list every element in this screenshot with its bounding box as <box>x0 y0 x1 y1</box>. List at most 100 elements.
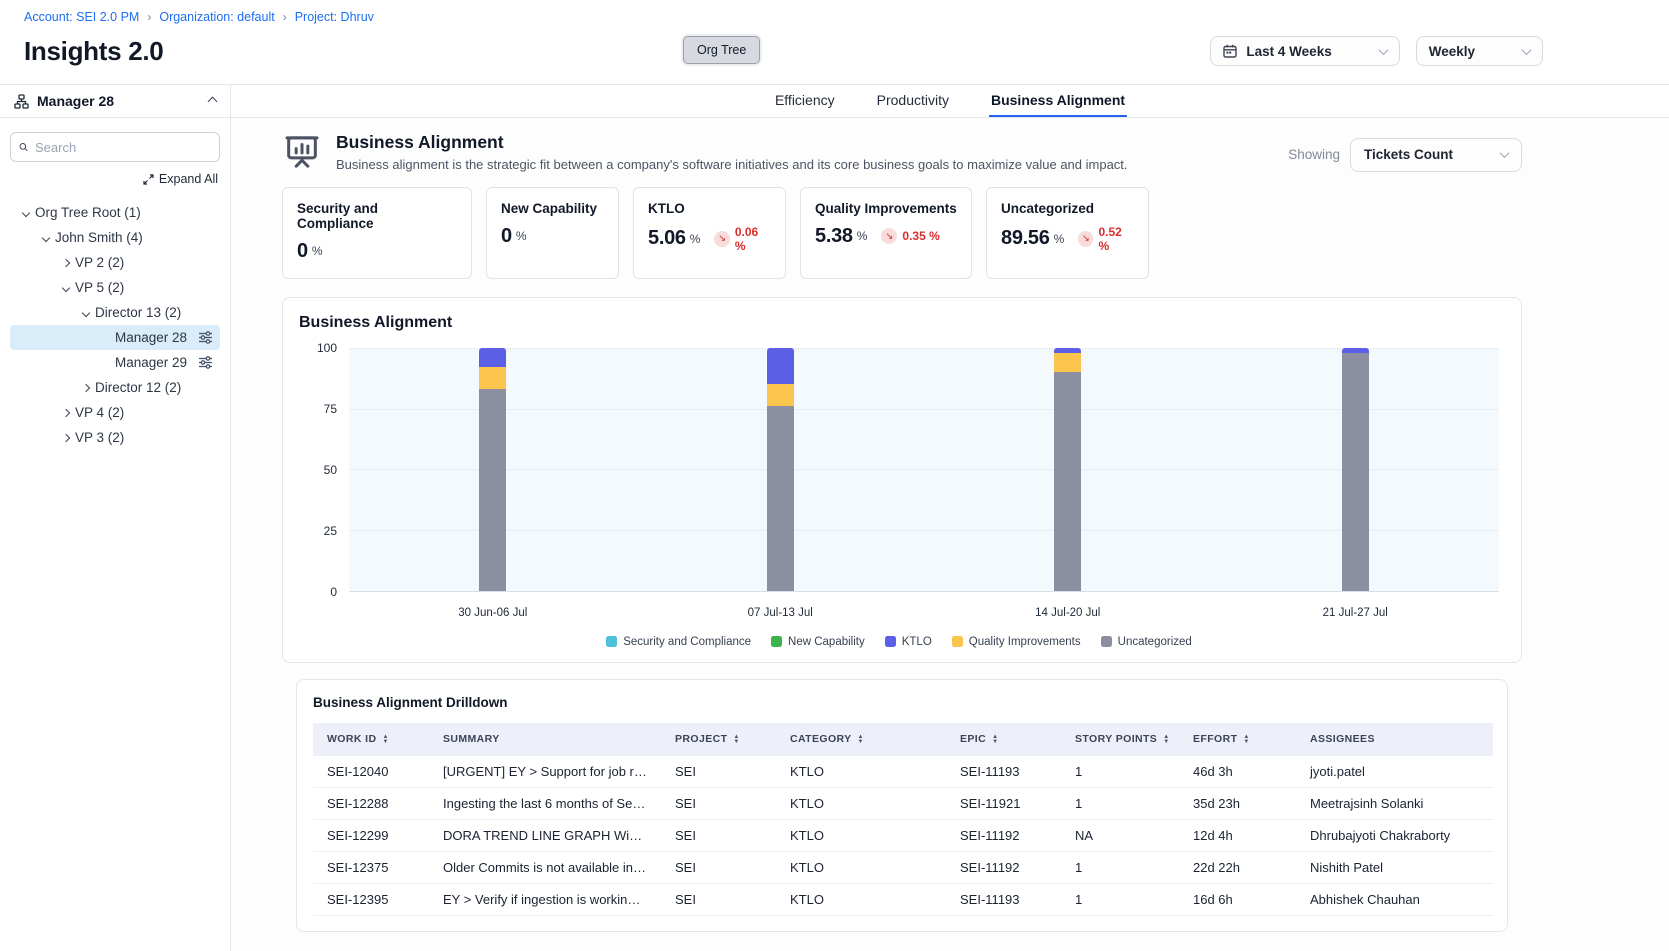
table-cell-story-points: 1 <box>1061 788 1179 820</box>
tree-item-manager-29[interactable]: Manager 29 <box>10 350 220 375</box>
sidebar-header: Manager 28 <box>0 85 230 118</box>
tree-item-org-tree-root-1[interactable]: Org Tree Root (1) <box>10 200 220 225</box>
table-cell-work-id: SEI-12395 <box>313 884 429 916</box>
chevron-down-icon[interactable] <box>56 285 75 291</box>
org-tree-sidebar: Manager 28 Expand All Org Tree Root (1) J… <box>0 85 231 951</box>
chevron-right-icon[interactable] <box>56 260 75 266</box>
tree-item-john-smith-4[interactable]: John Smith (4) <box>10 225 220 250</box>
tree-item-vp-2-2[interactable]: VP 2 (2) <box>10 250 220 275</box>
sort-icon[interactable]: ▲▼ <box>1243 735 1249 745</box>
tree-item-vp-3-2[interactable]: VP 3 (2) <box>10 425 220 450</box>
column-header-label: SUMMARY <box>443 733 500 745</box>
sort-icon[interactable]: ▲▼ <box>1163 735 1169 745</box>
date-range-value: Last 4 Weeks <box>1246 44 1331 59</box>
stacked-bar-07-jul-13-jul[interactable] <box>767 348 794 591</box>
table-cell-assignees: Meetrajsinh Solanki <box>1296 788 1493 820</box>
tab-business-alignment[interactable]: Business Alignment <box>989 85 1127 117</box>
sort-icon[interactable]: ▲▼ <box>733 735 739 745</box>
expand-all-button[interactable]: Expand All <box>10 172 220 186</box>
date-range-select[interactable]: Last 4 Weeks <box>1210 36 1399 66</box>
tree-item-label: Org Tree Root (1) <box>35 205 141 220</box>
column-header-story-points[interactable]: STORY POINTS▲▼ <box>1061 723 1179 756</box>
legend-swatch <box>1101 636 1112 647</box>
stat-card-delta-value: 0.06 % <box>735 225 771 253</box>
sort-icon[interactable]: ▲▼ <box>992 735 998 745</box>
breadcrumb-link-account[interactable]: Account: SEI 2.0 PM <box>24 10 139 24</box>
column-header-epic[interactable]: EPIC▲▼ <box>946 723 1061 756</box>
tree-item-director-12-2[interactable]: Director 12 (2) <box>10 375 220 400</box>
column-header-work-id[interactable]: WORK ID▲▼ <box>313 723 429 756</box>
sort-icon[interactable]: ▲▼ <box>858 735 864 745</box>
showing-value: Tickets Count <box>1364 147 1453 162</box>
interval-select[interactable]: Weekly <box>1416 36 1543 66</box>
main-layout: Manager 28 Expand All Org Tree Root (1) J… <box>0 84 1669 951</box>
legend-item-new-capability[interactable]: New Capability <box>771 636 865 648</box>
drilldown-title: Business Alignment Drilldown <box>313 695 1491 710</box>
filter-sliders-icon[interactable] <box>198 330 213 348</box>
chevron-down-icon[interactable] <box>36 235 55 241</box>
search-icon <box>19 140 28 154</box>
column-header-summary: SUMMARY <box>429 723 661 756</box>
table-cell-story-points: NA <box>1061 820 1179 852</box>
tree-item-vp-5-2[interactable]: VP 5 (2) <box>10 275 220 300</box>
table-cell-story-points: 1 <box>1061 852 1179 884</box>
chart-legend: Security and Compliance New Capability KTL… <box>299 636 1499 648</box>
search-box <box>10 132 220 162</box>
stat-card-title: New Capability <box>501 201 604 216</box>
chevron-down-icon[interactable] <box>76 310 95 316</box>
table-cell-effort: 22d 22h <box>1179 852 1296 884</box>
chevron-right-icon[interactable] <box>76 385 95 391</box>
search-input[interactable] <box>35 140 211 155</box>
filter-sliders-icon[interactable] <box>198 355 213 373</box>
legend-item-quality-improvements[interactable]: Quality Improvements <box>952 636 1081 648</box>
stat-card-value-row: 5.38%↘0.35 % <box>815 225 957 248</box>
column-header-project[interactable]: PROJECT▲▼ <box>661 723 776 756</box>
table-row[interactable]: SEI-12299DORA TREND LINE GRAPH Widgets i… <box>313 820 1493 852</box>
table-row[interactable]: SEI-12395EY > Verify if ingestion is wor… <box>313 884 1493 916</box>
showing-select[interactable]: Tickets Count <box>1350 138 1522 172</box>
tab-productivity[interactable]: Productivity <box>875 85 951 117</box>
y-tick-label: 0 <box>330 585 337 599</box>
stat-card-value: 89.56 <box>1001 227 1050 250</box>
stacked-bar-21-jul-27-jul[interactable] <box>1342 348 1369 591</box>
breadcrumb-link-project[interactable]: Project: Dhruv <box>295 10 374 24</box>
tree-item-vp-4-2[interactable]: VP 4 (2) <box>10 400 220 425</box>
org-tree: Org Tree Root (1) John Smith (4)VP 2 (2) V… <box>10 200 220 450</box>
legend-item-uncategorized[interactable]: Uncategorized <box>1101 636 1192 648</box>
table-row[interactable]: SEI-12288Ingesting the last 6 months of … <box>313 788 1493 820</box>
chevron-right-icon[interactable] <box>56 410 75 416</box>
legend-item-security-and-compliance[interactable]: Security and Compliance <box>606 636 751 648</box>
column-header-category[interactable]: CATEGORY▲▼ <box>776 723 946 756</box>
breadcrumb-link-organization[interactable]: Organization: default <box>159 10 274 24</box>
stat-card-title: Security and Compliance <box>297 201 457 231</box>
stat-card-value-row: 89.56%↘0.52 % <box>1001 225 1134 253</box>
column-header-effort[interactable]: EFFORT▲▼ <box>1179 723 1296 756</box>
stat-card-delta: ↘0.52 % <box>1078 225 1134 253</box>
legend-label: New Capability <box>788 636 865 648</box>
sort-icon[interactable]: ▲▼ <box>382 735 388 745</box>
chevron-right-icon[interactable] <box>56 435 75 441</box>
stat-card-value-row: 0% <box>501 225 604 248</box>
legend-item-ktlo[interactable]: KTLO <box>885 636 932 648</box>
stacked-bar-14-jul-20-jul[interactable] <box>1054 348 1081 591</box>
org-tree-button[interactable]: Org Tree <box>683 36 760 64</box>
section-titles: Business Alignment Business alignment is… <box>336 132 1128 172</box>
stacked-bar-30-jun-06-jul[interactable] <box>479 348 506 591</box>
trend-down-icon: ↘ <box>881 228 897 244</box>
column-header-assignees: ASSIGNEES <box>1296 723 1493 756</box>
tree-item-label: VP 5 (2) <box>75 280 124 295</box>
table-cell-assignees: Abhishek Chauhan <box>1296 884 1493 916</box>
x-axis-label: 07 Jul-13 Jul <box>748 607 813 619</box>
table-row[interactable]: SEI-12375Older Commits is not available … <box>313 852 1493 884</box>
chevron-down-icon[interactable] <box>16 210 35 216</box>
sidebar-body: Expand All Org Tree Root (1) John Smith (… <box>0 118 230 450</box>
expand-all-label: Expand All <box>159 172 218 186</box>
collapse-sidebar-icon[interactable] <box>208 96 218 106</box>
table-cell-summary: EY > Verify if ingestion is working as e… <box>429 884 661 916</box>
tree-item-director-13-2[interactable]: Director 13 (2) <box>10 300 220 325</box>
tree-item-manager-28[interactable]: Manager 28 <box>10 325 220 350</box>
tab-efficiency[interactable]: Efficiency <box>773 85 837 117</box>
tree-item-label: VP 4 (2) <box>75 405 124 420</box>
table-row[interactable]: SEI-12040[URGENT] EY > Support for job r… <box>313 756 1493 788</box>
table-cell-work-id: SEI-12299 <box>313 820 429 852</box>
